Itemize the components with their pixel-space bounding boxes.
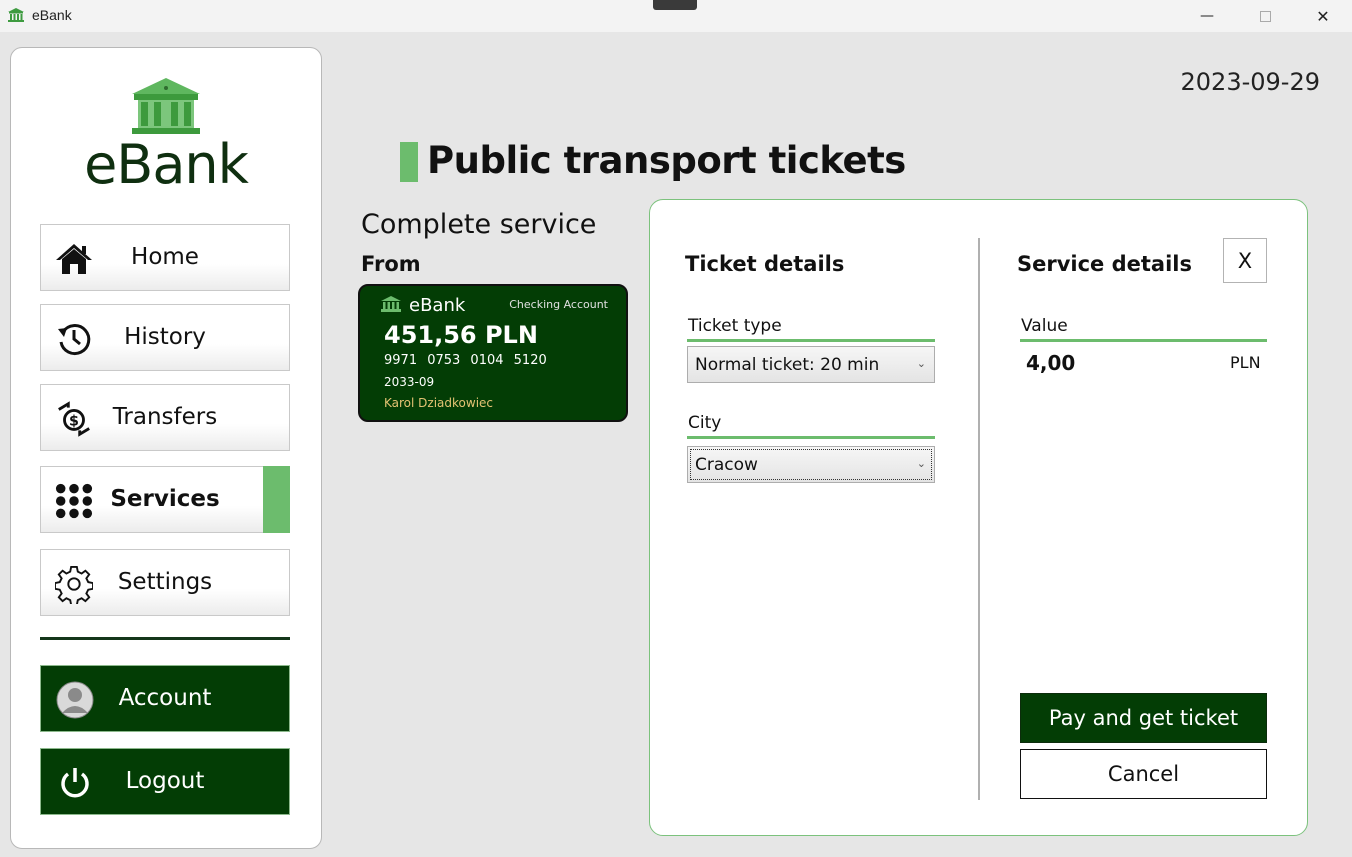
title-accent-bar	[400, 142, 418, 182]
from-label: From	[361, 252, 421, 276]
field-underline	[687, 339, 935, 342]
power-icon	[55, 763, 95, 803]
sidebar: eBank Home History $ Transfers Services	[10, 47, 322, 849]
ticket-type-label: Ticket type	[688, 316, 782, 336]
pay-button[interactable]: Pay and get ticket	[1020, 693, 1267, 743]
card-balance: 451,56 PLN	[384, 321, 538, 349]
logout-label: Logout	[125, 768, 205, 794]
sidebar-divider	[40, 637, 290, 640]
sidebar-item-settings[interactable]: Settings	[40, 549, 290, 616]
card-account-type: Checking Account	[509, 298, 608, 311]
value-label: Value	[1021, 316, 1068, 336]
sidebar-item-services[interactable]: Services	[40, 466, 290, 533]
window-close-button[interactable]: ✕	[1300, 0, 1346, 32]
ticket-type-select[interactable]: Normal ticket: 20 min ⌄	[687, 346, 935, 383]
card-number: 9971 0753 0104 5120	[384, 353, 547, 368]
sidebar-item-home[interactable]: Home	[40, 224, 290, 291]
account-button[interactable]: Account	[40, 665, 290, 732]
gear-icon	[55, 565, 93, 604]
service-panel: Ticket details Ticket type Normal ticket…	[649, 199, 1308, 836]
window-titlebar: eBank — ✕	[0, 0, 1352, 32]
brand-logo-text: eBank	[84, 133, 249, 196]
snap-grip[interactable]	[653, 0, 697, 10]
value-currency: PLN	[1230, 353, 1261, 372]
account-label: Account	[118, 685, 212, 711]
bank-icon	[381, 296, 401, 312]
chevron-down-icon: ⌄	[916, 457, 926, 470]
cancel-button[interactable]: Cancel	[1020, 749, 1267, 799]
chevron-down-icon: ⌄	[916, 357, 926, 370]
active-indicator	[263, 466, 290, 533]
avatar-icon	[55, 680, 95, 720]
sidebar-item-history[interactable]: History	[40, 304, 290, 371]
bank-icon	[8, 8, 24, 22]
window-title: eBank	[32, 7, 72, 23]
maximize-icon	[1259, 10, 1271, 22]
field-underline	[687, 436, 935, 439]
service-details-title: Service details	[1017, 252, 1192, 276]
transfers-icon: $	[55, 400, 93, 438]
current-date: 2023-09-29	[1180, 68, 1320, 96]
field-underline	[1020, 339, 1267, 342]
sidebar-item-label: Services	[110, 486, 220, 512]
logout-button[interactable]: Logout	[40, 748, 290, 815]
card-expiry: 2033-09	[384, 375, 435, 389]
card-brand: eBank	[409, 295, 466, 316]
sidebar-item-transfers[interactable]: $ Transfers	[40, 384, 290, 451]
ticket-details-title: Ticket details	[685, 252, 845, 276]
home-icon	[55, 240, 93, 278]
card-holder: Karol Dziadkowiec	[384, 396, 494, 410]
minimize-button[interactable]: —	[1184, 0, 1230, 32]
city-label: City	[688, 413, 722, 433]
sidebar-item-label: Home	[131, 244, 199, 270]
svg-text:$: $	[69, 414, 79, 430]
grid-icon	[55, 482, 93, 520]
city-value: Cracow	[695, 454, 758, 475]
history-icon	[55, 320, 93, 358]
maximize-button[interactable]	[1242, 0, 1288, 32]
city-select[interactable]: Cracow ⌄	[687, 446, 935, 483]
sidebar-item-label: Settings	[117, 569, 213, 595]
section-subtitle: Complete service	[361, 209, 597, 240]
value-amount: 4,00	[1026, 351, 1076, 375]
sidebar-item-label: Transfers	[112, 404, 218, 430]
close-button[interactable]: X	[1223, 238, 1267, 283]
sidebar-item-label: History	[124, 324, 206, 350]
page-title: Public transport tickets	[427, 139, 906, 182]
bank-logo-icon	[132, 78, 200, 134]
panel-divider	[978, 238, 980, 800]
ticket-type-value: Normal ticket: 20 min	[695, 354, 880, 375]
account-card[interactable]: eBank Checking Account 451,56 PLN 9971 0…	[358, 284, 628, 422]
